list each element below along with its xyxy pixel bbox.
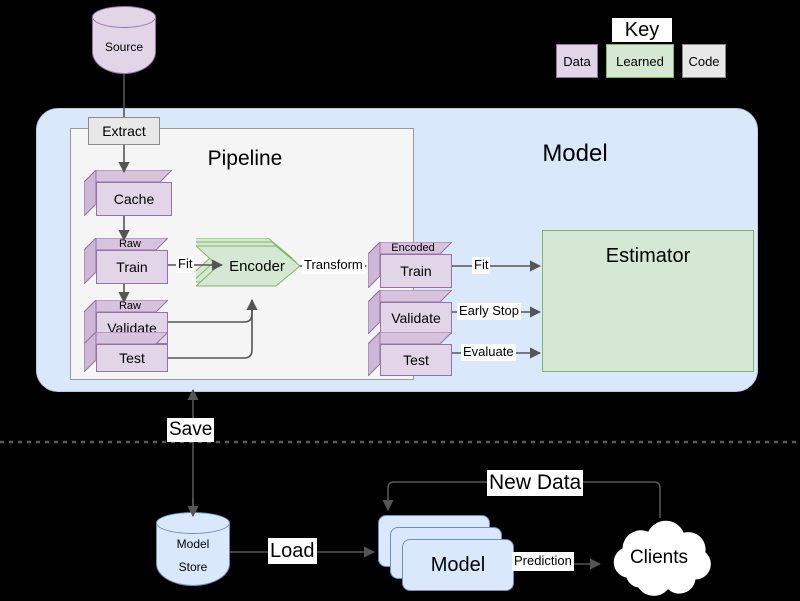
raw-test-node: Test [84, 332, 168, 372]
encoded-train-node: Encoded Train [368, 242, 452, 288]
encoder-label: Encoder [229, 257, 285, 275]
source-cylinder: Source [92, 6, 156, 74]
encoded-test-label: Test [380, 344, 452, 376]
key-swatch-learned: Learned [606, 44, 674, 78]
raw-train-label: Train [96, 250, 168, 284]
model-store-cylinder: Model Store [156, 512, 230, 586]
encoded-top-label: Encoded [391, 242, 435, 254]
clients-cloud: Clients [596, 516, 722, 597]
edge-label-new-data: New Data [487, 470, 584, 496]
model-store-line2: Store [178, 560, 208, 574]
model-store-text: Model Store [156, 526, 230, 586]
edge-label-transform: Transform [302, 257, 365, 274]
edge-label-early-stop: Early Stop [457, 303, 521, 320]
edge-label-prediction: Prediction [512, 552, 574, 571]
cache-node: Cache [84, 170, 172, 216]
encoded-test-node: Test [368, 332, 452, 376]
edge-label-load: Load [268, 538, 317, 564]
clients-label: Clients [629, 547, 689, 568]
edge-label-save: Save [167, 418, 215, 442]
raw-train-top-label: Raw [118, 238, 141, 250]
source-label: Source [104, 40, 144, 54]
raw-validate-top-label: Raw [118, 300, 141, 312]
encoder-node: Encoder [186, 237, 304, 294]
raw-train-node: Raw Train [84, 238, 168, 284]
pipeline-container-label: Pipeline [207, 147, 283, 170]
deployed-model-card-front: Model [402, 539, 514, 591]
estimator-node: Estimator [542, 230, 754, 372]
key-swatch-data: Data [556, 44, 598, 78]
encoded-train-label: Train [380, 254, 452, 288]
cache-label: Cache [96, 182, 172, 216]
model-container-label: Model [542, 140, 608, 167]
encoded-validate-node: Validate [368, 290, 452, 334]
edge-label-fit-encoder: Fit [176, 256, 195, 273]
key-swatch-code: Code [682, 44, 726, 78]
model-store-line1: Model [176, 537, 210, 552]
key-title: Key [612, 18, 672, 42]
edge-label-fit-estimator: Fit [472, 257, 491, 274]
extract-node: Extract [88, 117, 160, 145]
raw-test-label: Test [96, 344, 168, 372]
encoded-validate-label: Validate [380, 302, 452, 334]
edge-label-evaluate: Evaluate [461, 344, 516, 361]
diagram-canvas: Key Data Learned Code Source Model Pipel… [0, 0, 800, 601]
